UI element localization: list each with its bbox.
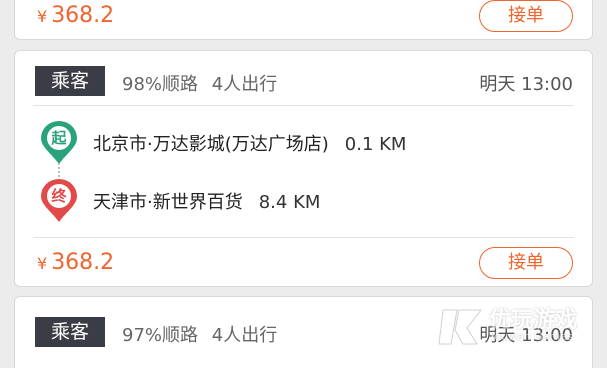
match-rate: 98%顺路 [122, 74, 199, 95]
role-badge: 乘客 [35, 66, 105, 96]
route-connector [58, 163, 60, 177]
accept-order-button[interactable]: 接单 [479, 0, 573, 32]
order-header: 乘客 98%顺路 4人出行 明天 13:00 [15, 51, 592, 105]
order-meta: 97%顺路 4人出行 [122, 321, 277, 347]
order-card[interactable]: 乘客 98%顺路 4人出行 明天 13:00 起 北京市·万达影城(万达广场店)… [14, 50, 593, 287]
order-meta: 98%顺路 4人出行 [122, 70, 277, 96]
start-pin-label: 起 [51, 129, 67, 147]
order-card-next[interactable]: 乘客 97%顺路 4人出行 明天 13:00 [14, 296, 593, 368]
price-value: 368.2 [51, 250, 115, 275]
route-start: 起 北京市·万达影城(万达广场店) 0.1 KM [39, 121, 579, 165]
start-distance: 0.1 KM [344, 134, 407, 155]
order-header: 乘客 97%顺路 4人出行 明天 13:00 [15, 297, 592, 351]
role-badge: 乘客 [35, 317, 105, 347]
price-value: 368.2 [51, 3, 115, 28]
passenger-count: 4人出行 [211, 74, 278, 95]
end-pin-label: 终 [51, 187, 67, 205]
order-price: ¥368.2 [37, 3, 114, 28]
order-list: ¥368.2 接单 乘客 98%顺路 4人出行 明天 13:00 起 北京市·万… [0, 0, 607, 368]
match-rate: 97%顺路 [122, 325, 199, 346]
departure-time: 明天 13:00 [479, 325, 573, 346]
route-end: 终 天津市·新世界百货 8.4 KM [39, 179, 579, 223]
departure-time: 明天 13:00 [479, 74, 573, 95]
order-price: ¥368.2 [37, 250, 114, 275]
order-card-previous: ¥368.2 接单 [14, 0, 593, 40]
start-place-name: 北京市·万达影城(万达广场店) [93, 134, 329, 155]
accept-order-button[interactable]: 接单 [479, 247, 573, 279]
start-pin-icon: 起 [39, 121, 79, 165]
start-location: 北京市·万达影城(万达广场店) 0.1 KM [93, 130, 406, 156]
divider [33, 237, 574, 238]
divider [33, 105, 574, 106]
passenger-count: 4人出行 [211, 325, 278, 346]
end-location: 天津市·新世界百货 8.4 KM [93, 188, 320, 214]
end-distance: 8.4 KM [258, 192, 321, 213]
end-place-name: 天津市·新世界百货 [93, 192, 243, 213]
currency-symbol: ¥ [37, 254, 48, 273]
end-pin-icon: 终 [39, 179, 79, 223]
currency-symbol: ¥ [37, 7, 48, 26]
